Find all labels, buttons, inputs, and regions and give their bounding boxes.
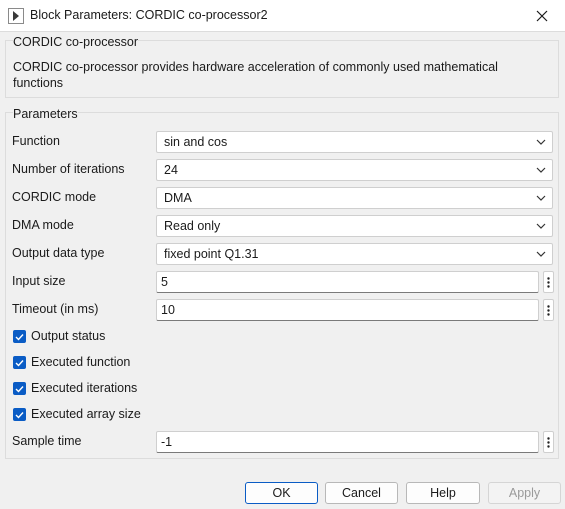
- sample-time-label: Sample time: [12, 434, 82, 448]
- output-type-value: fixed point Q1.31: [164, 247, 259, 261]
- sample-time-field[interactable]: -1: [156, 431, 539, 453]
- kebab-menu-icon: [547, 276, 550, 288]
- chevron-down-icon: [536, 167, 546, 173]
- description-group: CORDIC co-processor CORDIC co-processor …: [5, 35, 559, 98]
- chevron-down-icon: [536, 195, 546, 201]
- cordic-mode-select[interactable]: DMA: [156, 187, 553, 209]
- output-type-label: Output data type: [12, 246, 105, 260]
- cordic-mode-value: DMA: [164, 191, 192, 205]
- input-size-options-button[interactable]: [543, 271, 554, 293]
- help-button[interactable]: Help: [406, 482, 480, 504]
- timeout-field[interactable]: 10: [156, 299, 539, 321]
- function-label: Function: [12, 134, 60, 148]
- description-text: CORDIC co-processor provides hardware ac…: [13, 60, 498, 90]
- dma-mode-value: Read only: [164, 219, 221, 233]
- chevron-down-icon: [536, 251, 546, 257]
- chevron-down-icon: [536, 223, 546, 229]
- apply-button[interactable]: Apply: [488, 482, 561, 504]
- close-icon: [536, 10, 548, 22]
- executed-function-checkbox[interactable]: [13, 356, 26, 369]
- sample-time-options-button[interactable]: [543, 431, 554, 453]
- block-icon: [8, 8, 24, 24]
- executed-iterations-checkbox[interactable]: [13, 382, 26, 395]
- output-status-label: Output status: [31, 329, 106, 343]
- sample-time-value: -1: [161, 435, 173, 449]
- title-bar: Block Parameters: CORDIC co-processor2: [0, 0, 565, 32]
- cancel-button[interactable]: Cancel: [325, 482, 398, 504]
- parameters-group: Parameters Function sin and cos Number o…: [5, 107, 559, 459]
- executed-array-size-label: Executed array size: [31, 407, 141, 421]
- output-type-row: Output data type fixed point Q1.31: [12, 243, 558, 265]
- input-size-value: 5: [161, 275, 168, 289]
- checkmark-icon: [15, 333, 24, 341]
- executed-iterations-checkbox-row[interactable]: Executed iterations: [12, 381, 312, 399]
- kebab-menu-icon: [547, 436, 550, 448]
- function-select[interactable]: sin and cos: [156, 131, 553, 153]
- checkmark-icon: [15, 411, 24, 419]
- checkmark-icon: [15, 359, 24, 367]
- dma-mode-select[interactable]: Read only: [156, 215, 553, 237]
- executed-array-size-checkbox[interactable]: [13, 408, 26, 421]
- timeout-options-button[interactable]: [543, 299, 554, 321]
- checkmark-icon: [15, 385, 24, 393]
- timeout-value: 10: [161, 303, 175, 317]
- window-title: Block Parameters: CORDIC co-processor2: [30, 8, 268, 22]
- timeout-label: Timeout (in ms): [12, 302, 99, 316]
- executed-iterations-label: Executed iterations: [31, 381, 138, 395]
- iterations-select[interactable]: 24: [156, 159, 553, 181]
- parameters-group-title: Parameters: [13, 107, 78, 121]
- input-size-field[interactable]: 5: [156, 271, 539, 293]
- executed-function-checkbox-row[interactable]: Executed function: [12, 355, 312, 373]
- kebab-menu-icon: [547, 304, 550, 316]
- function-row: Function sin and cos: [12, 131, 558, 153]
- dma-mode-label: DMA mode: [12, 218, 74, 232]
- output-status-checkbox[interactable]: [13, 330, 26, 343]
- cordic-mode-row: CORDIC mode DMA: [12, 187, 558, 209]
- chevron-down-icon: [536, 139, 546, 145]
- close-button[interactable]: [519, 0, 565, 32]
- iterations-row: Number of iterations 24: [12, 159, 558, 181]
- sample-time-row: Sample time -1: [12, 431, 558, 453]
- cordic-mode-label: CORDIC mode: [12, 190, 97, 204]
- executed-array-size-checkbox-row[interactable]: Executed array size: [12, 407, 312, 425]
- iterations-label: Number of iterations: [12, 162, 125, 176]
- output-type-select[interactable]: fixed point Q1.31: [156, 243, 553, 265]
- executed-function-label: Executed function: [31, 355, 131, 369]
- description-group-title: CORDIC co-processor: [13, 35, 139, 49]
- ok-button[interactable]: OK: [245, 482, 318, 504]
- function-value: sin and cos: [164, 135, 228, 149]
- output-status-checkbox-row[interactable]: Output status: [12, 329, 312, 347]
- dma-mode-row: DMA mode Read only: [12, 215, 558, 237]
- input-size-row: Input size 5: [12, 271, 558, 293]
- input-size-label: Input size: [12, 274, 66, 288]
- iterations-value: 24: [164, 163, 178, 177]
- timeout-row: Timeout (in ms) 10: [12, 299, 558, 321]
